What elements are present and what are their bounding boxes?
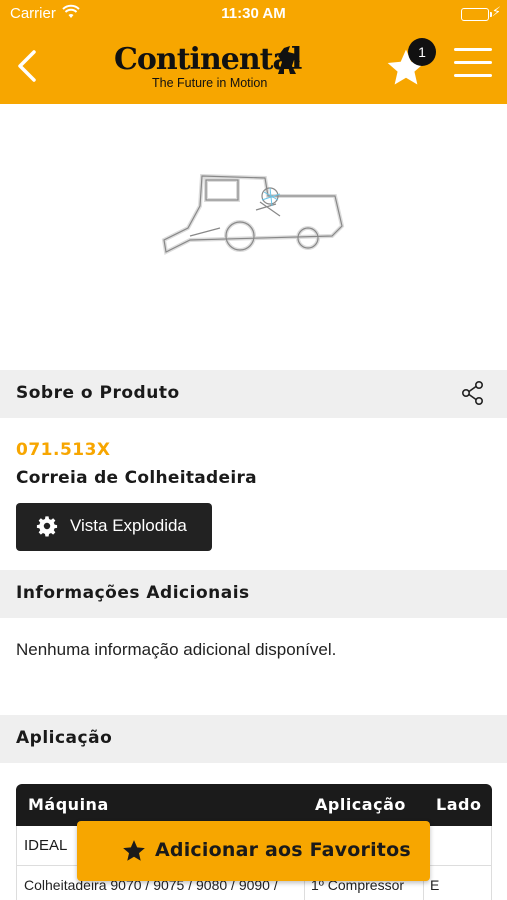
table-header: Máquina Aplicação Lado [16,784,492,826]
back-button[interactable] [14,46,44,86]
star-icon [121,838,147,868]
status-time: 11:30 AM [221,5,286,22]
cell-side: E [430,877,440,893]
column-header-side: Lado [436,795,482,814]
harvester-illustration [161,173,345,255]
horse-icon [278,46,300,74]
continental-logo: Continental The Future in Motion [114,42,304,92]
about-section-header: Sobre o Produto [0,370,507,418]
logo-tagline: The Future in Motion [152,76,268,90]
additional-section-title: Informações Adicionais [16,583,250,603]
additional-section-header: Informações Adicionais [0,570,507,618]
column-header-application: Aplicação [315,795,406,814]
add-to-favorites-label: Adicionar aos Favoritos [155,839,411,861]
status-bar: Carrier 11:30 AM ⚡ [0,0,507,28]
about-section-title: Sobre o Produto [16,383,180,403]
application-section-title: Aplicação [16,728,113,748]
product-sku: 071.513X [16,440,111,460]
menu-button[interactable] [454,48,492,84]
exploded-view-label: Vista Explodida [70,516,187,535]
additional-info-text: Nenhuma informação adicional disponível. [16,640,337,659]
favorites-count-badge: 1 [408,38,436,66]
product-name: Correia de Colheitadeira [16,468,257,488]
application-section-header: Aplicação [0,715,507,763]
add-to-favorites-button[interactable]: Adicionar aos Favoritos [77,821,430,881]
chevron-left-icon [18,50,36,82]
battery-icon [461,8,492,21]
gear-icon [36,515,58,541]
product-image [0,104,507,370]
share-icon[interactable] [461,380,485,410]
nav-bar: Continental The Future in Motion 1 [0,28,507,104]
exploded-view-button[interactable]: Vista Explodida [16,503,212,551]
group-brand-label: IDEAL [24,837,68,854]
column-header-machine: Máquina [28,795,109,814]
charging-icon: ⚡ [491,5,501,20]
